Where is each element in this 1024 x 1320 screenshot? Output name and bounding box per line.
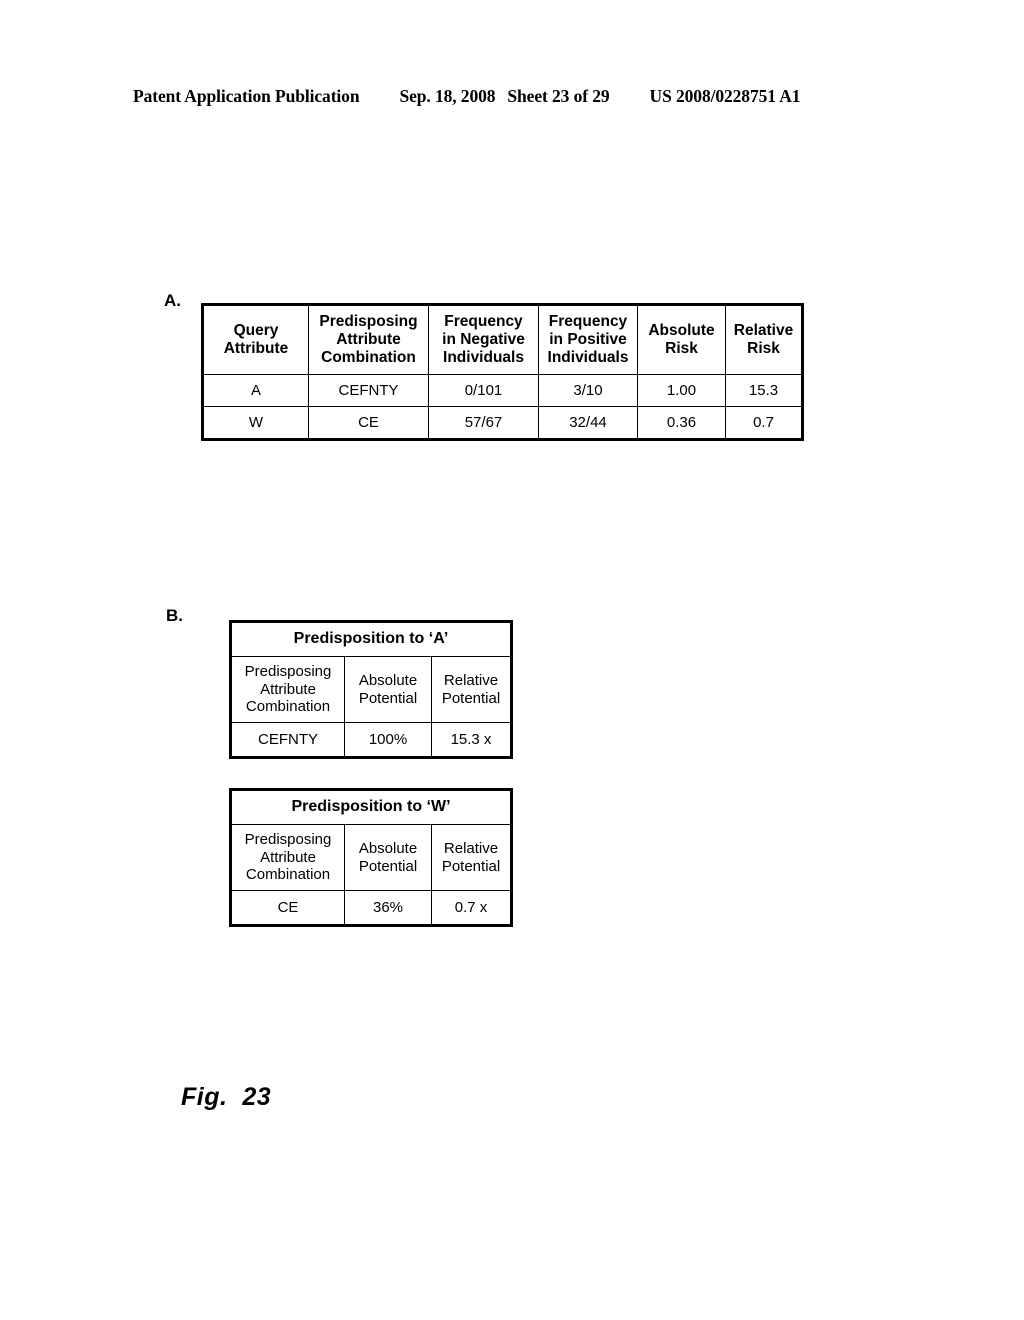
panel-a-label: A. — [164, 291, 181, 310]
table-b2-title: Predisposition to ‘W’ — [230, 790, 512, 825]
cell-absolute-risk: 0.36 — [637, 406, 726, 439]
cell-predisposing-attribute-combination: CEFNTY — [308, 374, 429, 407]
table-row: CEFNTY 100% 15.3 x — [231, 722, 512, 757]
predisposition-table-a: Predisposition to ‘A’ Predisposing Attri… — [229, 620, 513, 759]
column-header-relative-risk: Relative Risk — [725, 305, 802, 375]
cell-query-attribute: W — [203, 406, 309, 439]
table-b2-title-row: Predisposition to ‘W’ — [230, 790, 512, 825]
column-header-relative-potential: Relative Potential — [430, 656, 512, 723]
page-header: Patent Application Publication Sep. 18, … — [133, 86, 893, 112]
column-header-frequency-negative-individuals: Frequency in Negative Individuals — [428, 305, 539, 375]
table-b1-title: Predisposition to ‘A’ — [230, 622, 512, 657]
table-a-header-row: Query Attribute Predisposing Attribute C… — [203, 305, 802, 375]
column-header-frequency-positive-individuals: Frequency in Positive Individuals — [538, 305, 638, 375]
column-header-query-attribute: Query Attribute — [203, 305, 309, 375]
cell-frequency-positive-individuals: 32/44 — [538, 406, 638, 439]
column-header-absolute-potential: Absolute Potential — [344, 656, 432, 723]
header-sheet-number: Sheet 23 of 29 — [507, 86, 610, 106]
column-header-predisposing-attribute-combination: Predisposing Attribute Combination — [231, 656, 345, 723]
cell-relative-potential: 0.7 x — [430, 890, 512, 925]
cell-absolute-potential: 100% — [344, 722, 432, 757]
column-header-absolute-potential: Absolute Potential — [344, 824, 432, 891]
column-header-predisposing-attribute-combination: Predisposing Attribute Combination — [308, 305, 429, 375]
cell-relative-risk: 0.7 — [725, 406, 802, 439]
table-row: A CEFNTY 0/101 3/10 1.00 15.3 — [203, 374, 802, 407]
table-row: W CE 57/67 32/44 0.36 0.7 — [203, 406, 802, 439]
cell-absolute-risk: 1.00 — [637, 374, 726, 407]
cell-relative-risk: 15.3 — [725, 374, 802, 407]
column-header-predisposing-attribute-combination: Predisposing Attribute Combination — [231, 824, 345, 891]
table-b1-header-row: Predisposing Attribute Combination Absol… — [231, 656, 512, 723]
cell-query-attribute: A — [203, 374, 309, 407]
risk-table-a: Query Attribute Predisposing Attribute C… — [201, 303, 804, 441]
cell-predisposing-attribute-combination: CEFNTY — [231, 722, 345, 757]
figure-caption: Fig. 23 — [181, 1083, 272, 1111]
table-b2-header-row: Predisposing Attribute Combination Absol… — [231, 824, 512, 891]
header-publication-label: Patent Application Publication — [133, 86, 360, 106]
cell-frequency-negative-individuals: 57/67 — [428, 406, 539, 439]
table-row: CE 36% 0.7 x — [231, 890, 512, 925]
cell-frequency-negative-individuals: 0/101 — [428, 374, 539, 407]
cell-predisposing-attribute-combination: CE — [231, 890, 345, 925]
header-date: Sep. 18, 2008 — [399, 86, 496, 106]
cell-predisposing-attribute-combination: CE — [308, 406, 429, 439]
table-b1-title-row: Predisposition to ‘A’ — [230, 622, 512, 657]
cell-absolute-potential: 36% — [344, 890, 432, 925]
column-header-absolute-risk: Absolute Risk — [637, 305, 726, 375]
cell-frequency-positive-individuals: 3/10 — [538, 374, 638, 407]
predisposition-table-w: Predisposition to ‘W’ Predisposing Attri… — [229, 788, 513, 927]
header-document-number: US 2008/0228751 A1 — [649, 86, 801, 106]
cell-relative-potential: 15.3 x — [430, 722, 512, 757]
column-header-relative-potential: Relative Potential — [430, 824, 512, 891]
panel-b-label: B. — [166, 606, 183, 625]
